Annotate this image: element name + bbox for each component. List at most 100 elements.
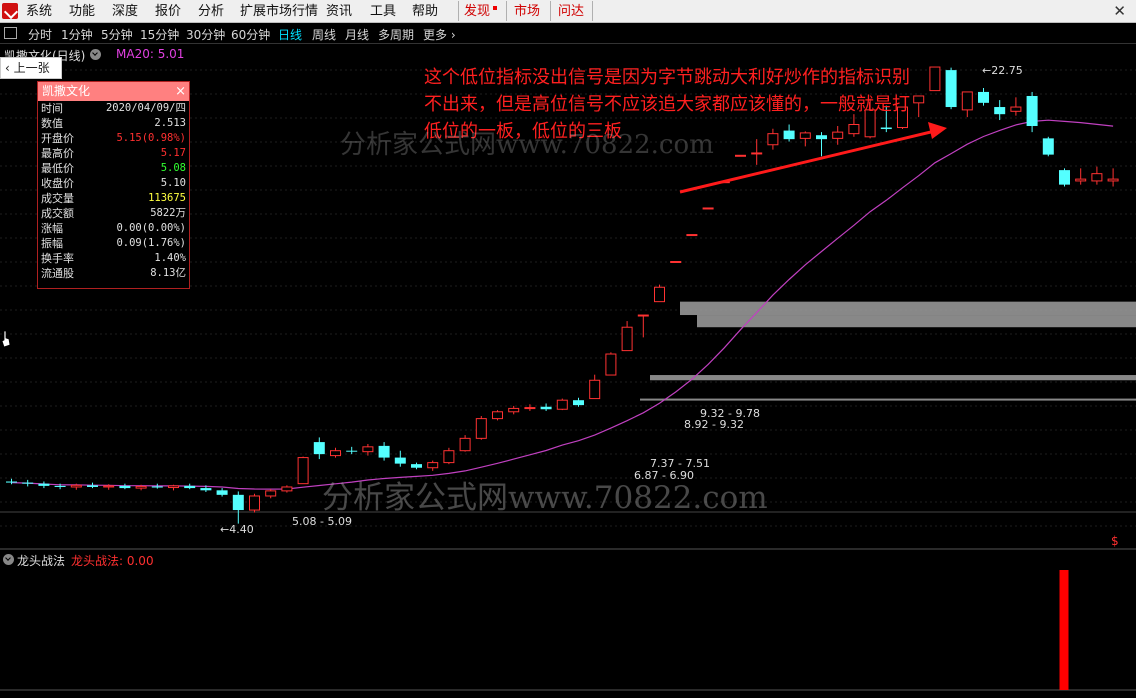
tab-more[interactable]: 更多 › [423,26,456,43]
info-value: 5.15(0.98%) [116,132,186,144]
gap-band [697,315,1136,328]
candle-body [702,207,714,210]
candle-body [994,107,1006,115]
candle-body [232,494,244,511]
candle-body [621,326,633,352]
indicator-value: 龙头战法: 0.00 [71,554,154,568]
info-label: 最高价 [41,147,74,160]
menu-tools[interactable]: 工具 [370,3,396,20]
candle-body [443,450,455,464]
tab-daily[interactable]: 日线 [278,26,302,43]
tab-multi-period[interactable]: 多周期 [378,26,414,43]
candle-body [281,486,293,492]
candle-body [1059,170,1070,185]
info-row: 换手率 1.40% [38,251,189,266]
info-row: 时间 2020/04/09/四 [38,101,189,116]
candle-body [978,91,989,103]
close-icon[interactable]: × [175,82,186,101]
info-value: 0.00(0.00%) [116,222,186,234]
info-label: 流通股 [41,267,74,280]
info-value: 2.513 [154,117,186,129]
info-row: 流通股 8.13亿 [38,266,189,281]
menu-depth[interactable]: 深度 [112,3,138,20]
panel-title: 凯撒文化 × [38,82,189,101]
candle-body [492,411,503,420]
menu-system[interactable]: 系统 [26,3,52,20]
candle-body [540,406,552,410]
candle-body [103,485,115,488]
menu-wenda[interactable]: 问达 [558,3,584,20]
candle-body [1010,106,1022,112]
menu-quote[interactable]: 报价 [155,3,181,20]
toggle-panel-icon[interactable] [4,27,17,39]
candle-body [297,457,309,485]
menu-analysis[interactable]: 分析 [198,3,224,20]
info-label: 涨幅 [41,222,63,235]
watermark: 分析家公式网www.70822.com [340,130,714,160]
info-label: 时间 [41,102,63,115]
hand-cursor-icon [1,330,11,348]
gap-label: 7.37 - 7.51 [650,457,710,470]
candle-body [6,481,17,483]
chevron-down-icon[interactable] [90,49,101,60]
candle-body [70,484,82,488]
close-icon[interactable]: ✕ [1113,2,1126,20]
info-row: 振幅 0.09(1.76%) [38,236,189,251]
indicator-name: 龙头战法 [17,554,66,568]
tab-1min[interactable]: 1分钟 [61,26,93,43]
candle-body [216,490,228,495]
tab-monthly[interactable]: 月线 [345,26,369,43]
info-label: 收盘价 [41,177,74,190]
candle-body [200,488,212,491]
gap-band [680,301,1136,316]
candle-body [735,154,746,157]
info-row: 收盘价 5.10 [38,176,189,191]
indicator-signal-bar [1059,570,1069,690]
info-value: 1.40% [154,252,186,264]
tab-5min[interactable]: 5分钟 [101,26,133,43]
menu-function[interactable]: 功能 [69,3,95,20]
candle-body [54,485,66,487]
menu-extended-market[interactable]: 扩展市场行情 [240,3,318,20]
gap-label: 9.32 - 9.78 [700,407,760,420]
menu-divider [458,1,459,21]
arrow-head-icon [928,122,947,139]
ma20-label: MA20: 5.01 [116,47,185,61]
info-value: 8.13亿 [150,267,186,279]
info-rows: 时间 2020/04/09/四 数值 2.513 开盘价 5.15(0.98%) 最高价 5.… [38,101,189,281]
gap-band [650,375,1136,381]
candle-body [751,152,763,155]
high-price-label: ←22.75 [982,64,1023,77]
dollar-icon[interactable]: $ [1111,534,1119,548]
candle-body [459,437,471,452]
candle-body [38,483,50,486]
arrow-left-icon: ← [220,523,230,536]
chevron-down-icon[interactable] [3,554,14,565]
tab-timeshare[interactable]: 分时 [28,26,52,43]
candle-body [929,66,941,92]
tab-weekly[interactable]: 周线 [312,26,336,43]
info-row: 成交量 113675 [38,191,189,206]
menu-market[interactable]: 市场 [514,3,540,20]
low-price-label: ←4.40 [220,523,254,536]
info-row: 开盘价 5.15(0.98%) [38,131,189,146]
candle-body [1042,138,1054,155]
menu-bar: 系统 功能 深度 报价 分析 扩展市场行情 资讯 工具 帮助 发现 市场 问达 … [0,0,1136,23]
menu-help[interactable]: 帮助 [412,3,438,20]
candle-body [394,457,406,464]
info-value: 5.10 [160,177,186,189]
tab-60min[interactable]: 60分钟 [231,26,270,43]
watermark: 分析家公式网www.70822.com [322,480,768,516]
previous-button[interactable]: ‹ 上一张 [0,57,62,79]
tab-30min[interactable]: 30分钟 [186,26,225,43]
tab-15min[interactable]: 15分钟 [140,26,179,43]
candle-body [945,70,957,108]
info-row: 成交额 5822万 [38,206,189,221]
quote-info-panel: 凯撒文化 × 时间 2020/04/09/四 数值 2.513 开盘价 5.15(0.98… [37,81,190,289]
gap-label: 5.08 - 5.09 [292,515,352,528]
candle-body [605,353,617,376]
info-row: 数值 2.513 [38,116,189,131]
menu-discover[interactable]: 发现 [464,3,498,20]
gap-band [640,398,1136,401]
menu-news[interactable]: 资讯 [326,3,352,20]
